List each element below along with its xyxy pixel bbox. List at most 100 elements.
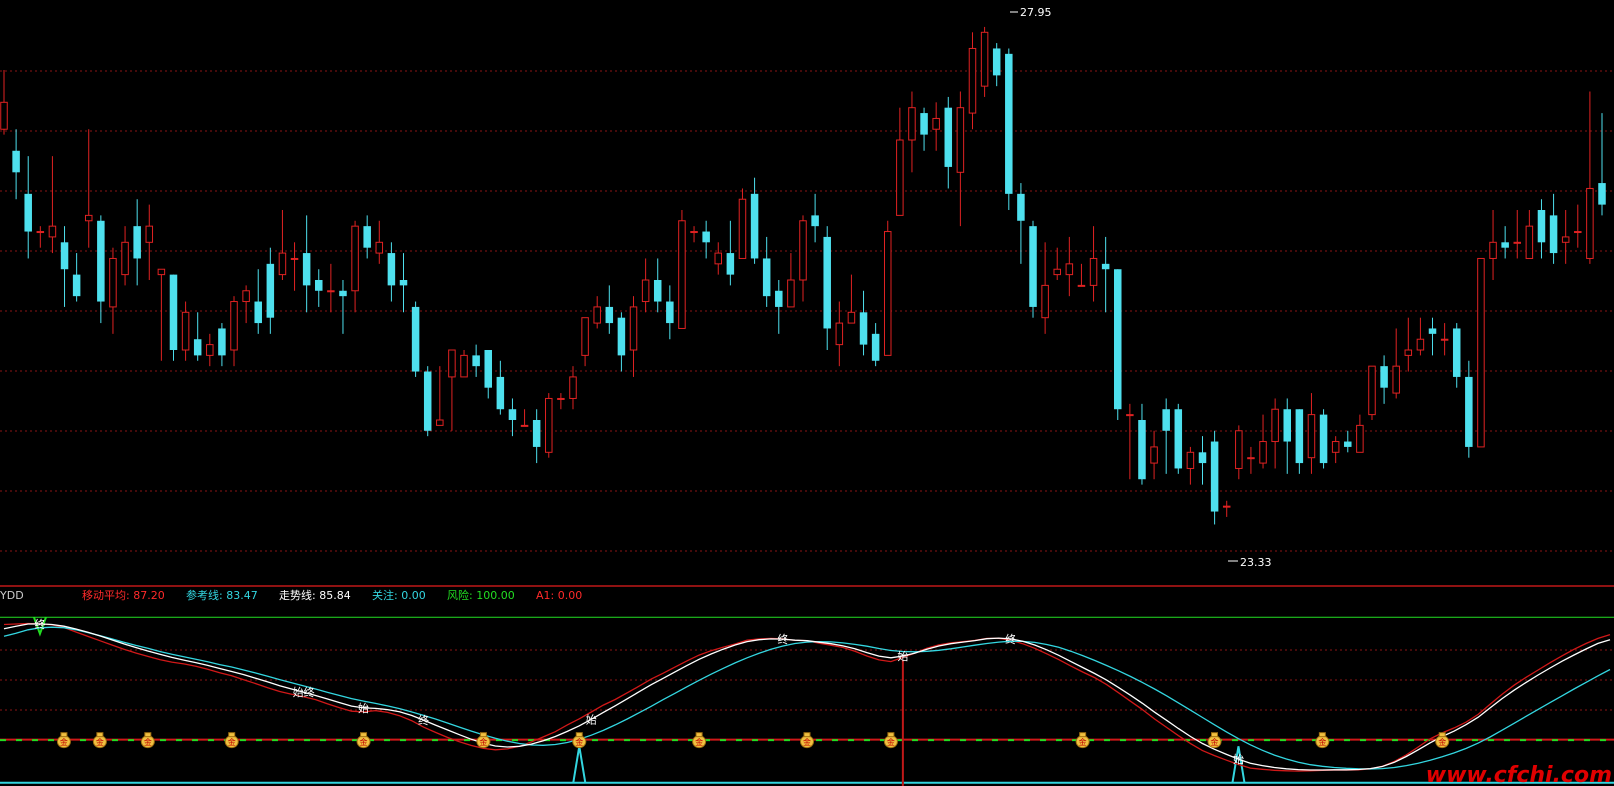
candle-body xyxy=(1114,269,1122,410)
candle-body xyxy=(1005,53,1013,194)
candle xyxy=(1368,365,1376,420)
candle-body xyxy=(520,424,529,427)
candle-body xyxy=(1126,414,1134,417)
candle-body xyxy=(363,226,371,248)
candle xyxy=(411,301,420,377)
candle xyxy=(339,280,347,334)
candle xyxy=(278,210,287,280)
candle-body xyxy=(883,231,892,356)
candle xyxy=(762,236,771,307)
candle xyxy=(532,409,541,464)
candle xyxy=(206,333,214,367)
money-bag-top xyxy=(1210,732,1218,738)
candle xyxy=(629,296,638,377)
candle-body xyxy=(847,311,856,324)
candle-body xyxy=(557,397,565,400)
candle xyxy=(775,280,783,334)
candle-body xyxy=(339,290,347,297)
candle-body xyxy=(617,317,626,356)
candle-body xyxy=(1077,284,1086,287)
legend-item: 关注: 0.00 xyxy=(372,588,426,602)
candle-body xyxy=(1307,414,1316,459)
candle-body xyxy=(992,48,1001,76)
money-bag-icon: 金 xyxy=(224,732,239,749)
candle xyxy=(1380,355,1388,404)
ma-line xyxy=(3,622,1611,772)
candle xyxy=(1549,193,1558,264)
signal-text-marker: 终 xyxy=(418,713,429,727)
candle xyxy=(1029,220,1037,318)
candle xyxy=(436,366,444,426)
candle xyxy=(847,274,856,324)
candle xyxy=(423,366,432,437)
candle-body xyxy=(1331,441,1340,453)
signal-text-marker: 始 xyxy=(1233,752,1244,766)
candle-body xyxy=(97,220,105,302)
candle-body xyxy=(1259,441,1267,464)
candle-body xyxy=(1561,236,1570,243)
signal-text-marker: 始 xyxy=(897,649,908,663)
candle xyxy=(968,32,977,130)
candle xyxy=(254,269,262,334)
candle-body xyxy=(750,193,759,259)
candle-body xyxy=(944,107,953,167)
candle-body xyxy=(133,226,141,259)
candle xyxy=(1465,360,1473,458)
money-bag-top xyxy=(803,732,811,738)
candle xyxy=(1513,210,1522,259)
candle xyxy=(1138,403,1146,485)
candle-body xyxy=(581,317,589,356)
candle-body xyxy=(36,231,45,234)
candle-body xyxy=(1101,263,1110,270)
candle-body xyxy=(375,241,384,254)
candle-body xyxy=(641,279,650,303)
candle xyxy=(448,349,456,431)
candle xyxy=(266,247,275,334)
candle xyxy=(1428,317,1437,356)
candle xyxy=(992,43,1001,87)
candle xyxy=(1089,226,1098,302)
candle xyxy=(1077,263,1086,287)
candle xyxy=(545,393,553,458)
candle-body xyxy=(1380,366,1388,388)
candle-body xyxy=(60,242,69,270)
money-bag-top xyxy=(695,732,703,738)
money-bag-label: 金 xyxy=(695,737,703,747)
candle-body xyxy=(1416,338,1425,351)
candle-body xyxy=(908,107,916,141)
candle-body xyxy=(109,257,117,308)
candle xyxy=(484,350,492,399)
candle-body xyxy=(1428,328,1437,334)
money-bag-label: 金 xyxy=(360,737,368,747)
candle-body xyxy=(266,263,275,318)
candle xyxy=(617,312,626,372)
candle-body xyxy=(1452,328,1461,377)
candle-body xyxy=(1525,225,1534,259)
stock-chart[interactable]: 27.95 23.33 YDD 移动平均: 87.20 参考线: 83.47 走势线… xyxy=(0,0,1614,786)
candle xyxy=(666,285,674,340)
money-bag-icon: 金 xyxy=(1315,732,1330,749)
low-price-label: 23.33 xyxy=(1240,556,1272,569)
candle-body xyxy=(1489,241,1497,259)
candle xyxy=(1561,210,1570,264)
candle xyxy=(1247,446,1255,474)
candle-body xyxy=(569,376,577,399)
candlestick-series xyxy=(0,26,1606,525)
candle xyxy=(1344,430,1352,453)
candle xyxy=(1126,403,1134,480)
signal-text-marker: 终 xyxy=(1005,632,1016,646)
candle xyxy=(1307,393,1316,474)
candle xyxy=(557,393,565,410)
candle xyxy=(581,317,589,367)
candle xyxy=(896,107,904,216)
candle-body xyxy=(411,306,420,372)
candle-body xyxy=(193,339,202,356)
candle-body xyxy=(1344,441,1352,447)
candle-body xyxy=(593,306,601,324)
money-bag-label: 金 xyxy=(887,737,895,747)
candle-body xyxy=(1549,215,1558,254)
candle-body xyxy=(84,214,93,222)
money-bag-icon: 金 xyxy=(800,732,814,749)
candle-body xyxy=(859,312,868,345)
candle-body xyxy=(1440,338,1449,341)
